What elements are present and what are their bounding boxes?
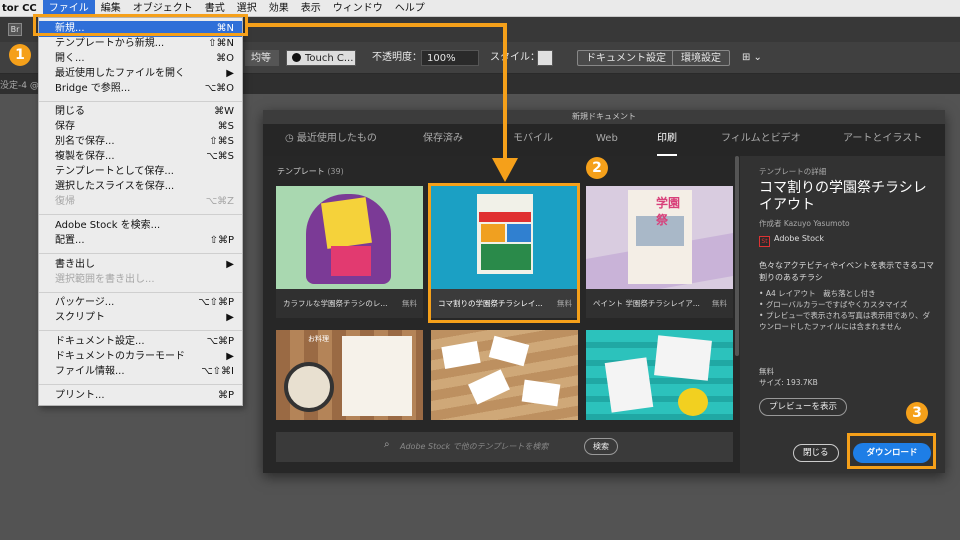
arrow-connector [248, 23, 518, 182]
step-1-badge: 1 [9, 44, 31, 66]
step-2-badge: 2 [586, 157, 608, 179]
step-3-badge: 3 [906, 402, 928, 424]
